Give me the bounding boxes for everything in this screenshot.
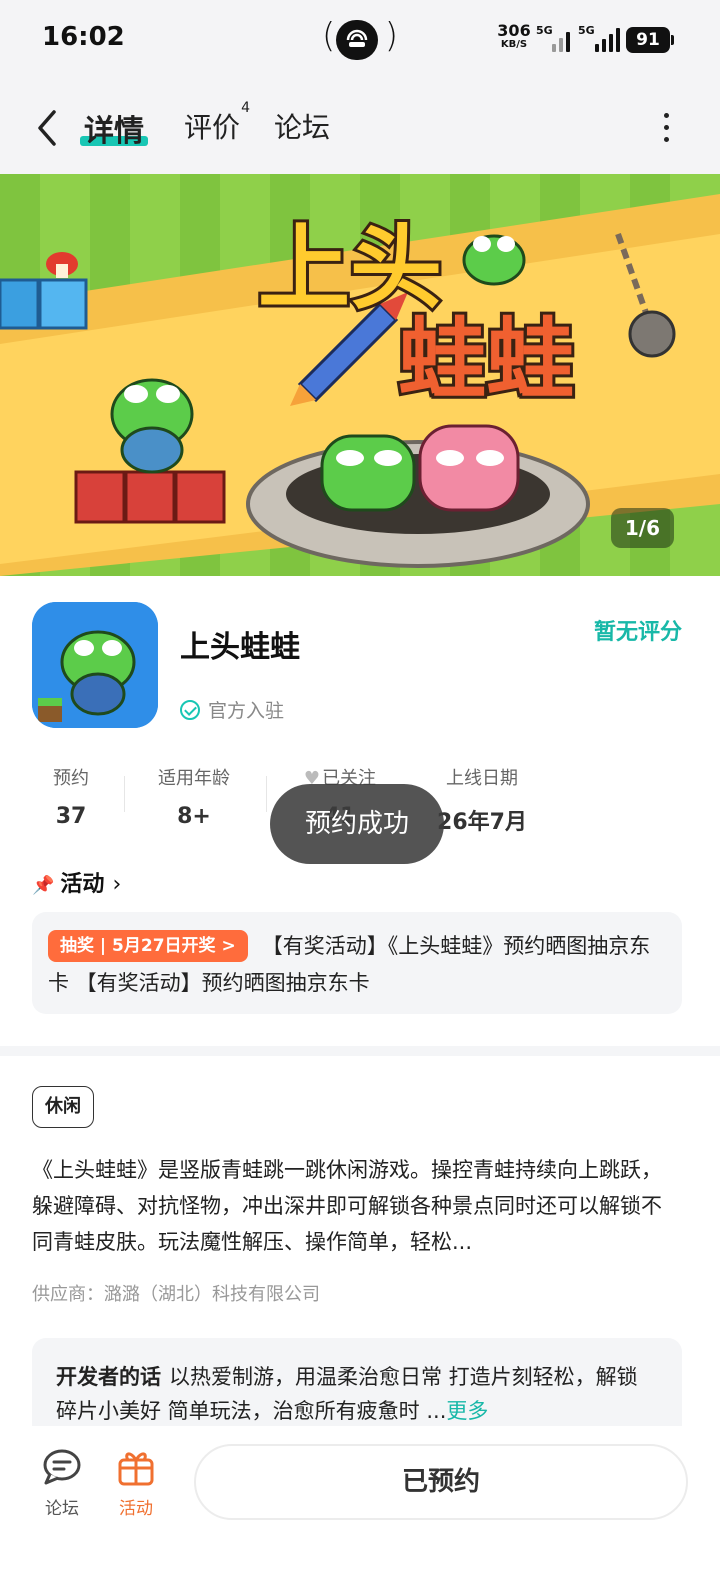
- official-verified-label: 官方入驻: [180, 696, 284, 723]
- activity-section-header[interactable]: 📌 活动 ›: [32, 866, 121, 898]
- stat-reservations: 预约 37: [53, 768, 89, 829]
- toast-message: 预约成功: [270, 784, 444, 864]
- tab-detail[interactable]: 详情: [80, 106, 148, 150]
- developer-note-heading: 开发者的话: [56, 1365, 161, 1389]
- gift-icon: [118, 1452, 154, 1486]
- section-separator: [0, 1046, 720, 1056]
- screenshot-carousel[interactable]: 上头 蛙蛙 1/6: [0, 174, 720, 576]
- supplier-info: 供应商：潞潞（湖北）科技有限公司: [32, 1284, 320, 1305]
- pin-icon: 📌: [32, 875, 55, 896]
- stat-age-rating: 适用年龄 8+: [158, 768, 230, 829]
- svg-text:蛙蛙: 蛙蛙: [398, 308, 574, 411]
- more-link[interactable]: 更多: [446, 1399, 488, 1423]
- battery-icon: 91: [626, 27, 674, 53]
- back-button[interactable]: [30, 106, 66, 150]
- more-menu-button[interactable]: [656, 108, 676, 148]
- lottery-tag: 抽奖 | 5月27日开奖 >: [48, 930, 248, 962]
- signal-icon: 5G: [578, 24, 620, 52]
- activity-card[interactable]: 抽奖 | 5月27日开奖 > 【有奖活动】《上头蛙蛙》预约晒图抽京东卡 【有奖活动…: [32, 912, 682, 1014]
- chevron-right-icon: ›: [112, 872, 122, 897]
- app-name: 上头蛙蛙: [180, 630, 300, 665]
- tab-review[interactable]: 评价 4: [184, 100, 250, 146]
- genre-tag[interactable]: 休闲: [32, 1086, 94, 1128]
- signal-icon: 5G: [536, 24, 570, 52]
- divider: [266, 776, 267, 812]
- forum-button[interactable]: 论坛: [32, 1448, 92, 1519]
- game-description[interactable]: 《上头蛙蛙》是竖版青蛙跳一跳休闲游戏。操控青蛙持续向上跳跃，躲避障碍、对抗怪物，…: [32, 1152, 682, 1260]
- chevron-left-icon: [38, 110, 56, 146]
- svg-text:上头: 上头: [258, 215, 442, 322]
- tab-forum[interactable]: 论坛: [274, 106, 330, 146]
- stat-release-date: 上线日期 26年7月: [437, 768, 527, 835]
- developer-note-card[interactable]: 开发者的话 以热爱制游，用温柔治愈日常 打造片刻轻松，解锁碎片小美好 简单玩法，治…: [32, 1338, 682, 1428]
- review-count-badge: 4: [241, 100, 251, 116]
- reserved-button[interactable]: 已预约: [194, 1444, 688, 1520]
- top-nav-bar: 详情 评价 4 论坛: [0, 80, 720, 174]
- bottom-action-bar: 论坛 活动 已预约: [0, 1426, 720, 1584]
- network-speed: 306 KB/S: [497, 21, 531, 51]
- divider: [124, 776, 125, 812]
- chat-bubble-icon: [43, 1449, 81, 1485]
- status-time: 16:02: [42, 22, 125, 52]
- check-circle-icon: [180, 700, 200, 720]
- status-bar: 16:02 ( ) 306 KB/S 5G 5G 91: [0, 0, 720, 80]
- rating-text[interactable]: 暂无评分: [594, 614, 682, 646]
- hotspot-icon: ( ): [322, 16, 398, 62]
- app-icon: [32, 602, 158, 728]
- carousel-page-counter: 1/6: [610, 508, 674, 548]
- activity-button[interactable]: 活动: [106, 1448, 166, 1519]
